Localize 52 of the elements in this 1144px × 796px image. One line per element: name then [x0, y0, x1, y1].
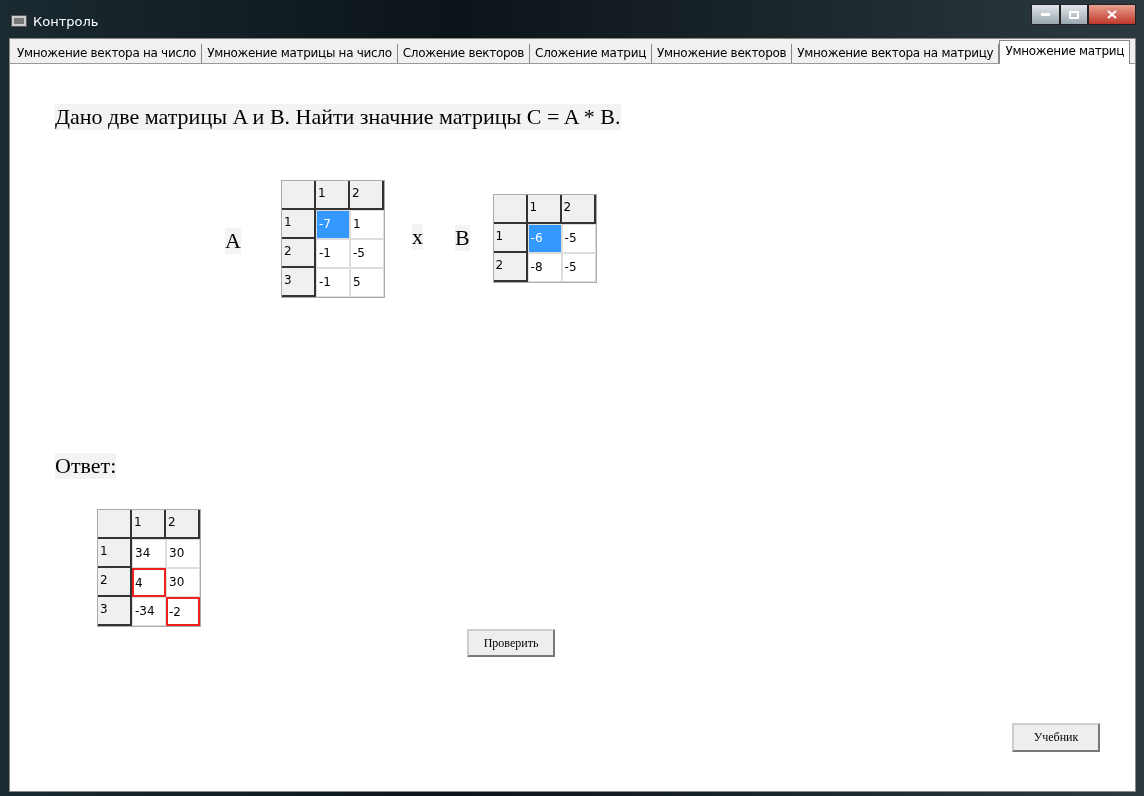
column-header: 2: [166, 510, 200, 539]
tab[interactable]: Умножение векторов: [652, 44, 793, 63]
column-header: 1: [132, 510, 166, 539]
window-title: Контроль: [33, 13, 99, 29]
row-header: 2: [98, 568, 132, 597]
tab[interactable]: Умножение матриц: [999, 40, 1131, 64]
maximize-icon: [1069, 10, 1079, 19]
matrix-cell[interactable]: -34: [132, 597, 166, 626]
close-icon: [1107, 10, 1117, 19]
matrix-cell[interactable]: 1: [349, 210, 384, 239]
matrix-label: B: [454, 225, 470, 251]
tab[interactable]: Умножение вектора на число: [12, 44, 203, 63]
tab[interactable]: Сложение векторов: [397, 44, 531, 63]
matrix-cell[interactable]: -1: [315, 268, 350, 297]
row-header: 1: [98, 539, 132, 568]
matrix-cell[interactable]: -1: [315, 239, 350, 268]
answer-label: Ответ:: [55, 453, 117, 479]
matrix-label: A: [225, 228, 241, 254]
textbook-button[interactable]: Учебник: [1012, 723, 1100, 752]
column-header: 2: [561, 195, 596, 224]
row-header: 2: [493, 253, 528, 282]
matrix-cell[interactable]: 30: [166, 539, 200, 568]
tab[interactable]: Умножение матрицы на число: [202, 44, 398, 63]
corner-header: [281, 181, 316, 210]
row-header: 3: [281, 268, 316, 297]
check-button[interactable]: Проверить: [467, 629, 555, 657]
row-header: 1: [493, 224, 528, 253]
matrix-cell[interactable]: -5: [561, 224, 596, 253]
row-header: 2: [281, 239, 316, 268]
maximize-button[interactable]: [1060, 4, 1088, 25]
task-text: Дано две матрицы A и B. Найти значние матрицы C = A * B.: [55, 104, 621, 130]
minimize-icon: [1041, 13, 1050, 16]
tab[interactable]: Сложение матриц: [530, 44, 653, 63]
corner-header: [98, 510, 132, 539]
matrix-cell[interactable]: -5: [349, 239, 384, 268]
column-header: 1: [315, 181, 350, 210]
matrix-cell[interactable]: 34: [132, 539, 166, 568]
matrix-cell[interactable]: 30: [166, 568, 200, 597]
matrix-cell[interactable]: -8: [527, 253, 562, 282]
matrix-cell[interactable]: 5: [349, 268, 384, 297]
matrix-cell[interactable]: 4: [132, 568, 166, 597]
minimize-button[interactable]: [1031, 4, 1060, 25]
app-icon: [11, 15, 27, 27]
corner-header: [493, 195, 528, 224]
row-header: 3: [98, 597, 132, 626]
close-button[interactable]: [1088, 4, 1136, 25]
column-header: 2: [349, 181, 384, 210]
multiply-sign: x: [411, 224, 423, 250]
row-header: 1: [281, 210, 316, 239]
matrix-cell[interactable]: -2: [166, 597, 200, 626]
column-header: 1: [527, 195, 562, 224]
matrix-cell[interactable]: -5: [561, 253, 596, 282]
